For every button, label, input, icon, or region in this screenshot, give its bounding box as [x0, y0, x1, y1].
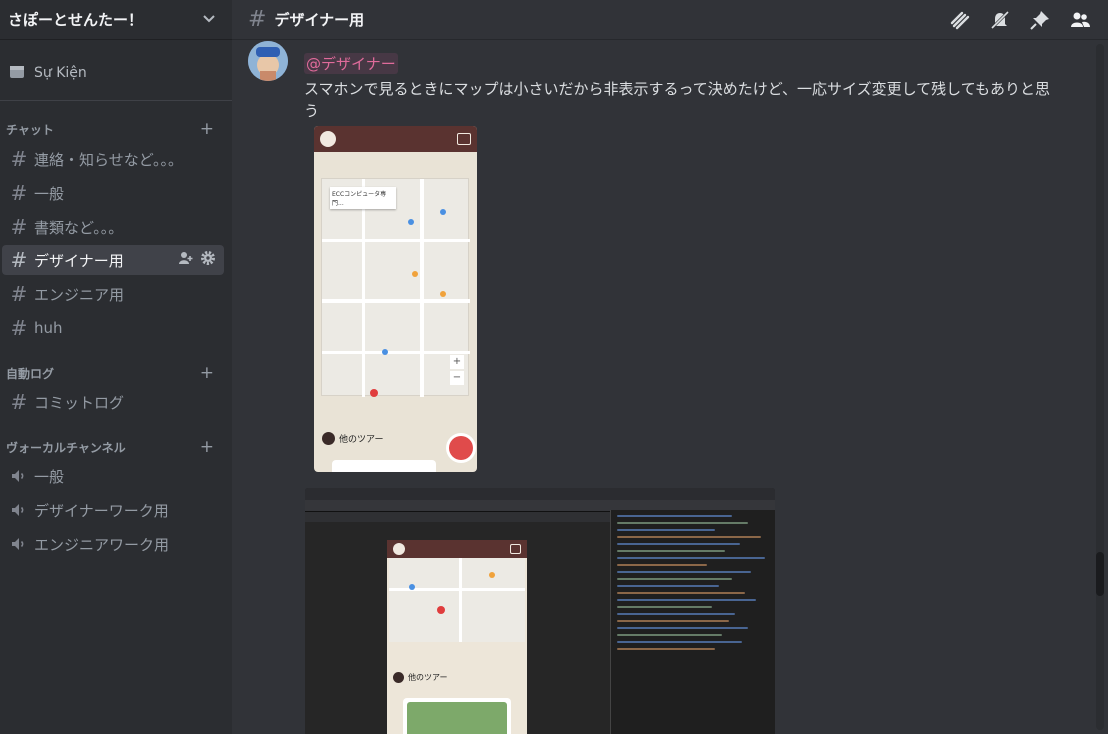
site-logo [322, 432, 335, 445]
embedded-map: ECCコンピュータ専門... + − [321, 178, 470, 397]
channel-title: デザイナー用 [274, 11, 365, 29]
gear-icon[interactable] [200, 250, 216, 270]
category-voice[interactable]: ヴォーカルチャンネル + [0, 437, 232, 457]
channel-label: デザイナーワーク用 [34, 501, 169, 520]
tour-heading-text: 他のツアー [408, 673, 448, 682]
members-icon[interactable] [1068, 8, 1092, 32]
role-mention[interactable]: @デザイナー [304, 53, 398, 74]
channel-item[interactable]: # エンジニア用 [2, 279, 224, 309]
sidebar-divider [0, 100, 232, 101]
map-place-card: ECCコンピュータ専門... [330, 187, 396, 209]
map-card-title: ECCコンピュータ専門... [332, 191, 387, 207]
add-channel-icon[interactable]: + [200, 119, 214, 139]
channel-label: デザイナー用 [34, 251, 124, 270]
chat-bubble-icon [449, 436, 473, 460]
hash-icon: # [10, 282, 28, 306]
message-content: スマホンで見るときにマップは小さいだから非表示するって決めたけど、一応サイズ変更… [304, 80, 1050, 120]
voice-channel-item[interactable]: 一般 [2, 461, 224, 491]
hamburger-menu-icon [510, 544, 521, 554]
tour-card [403, 698, 511, 734]
server-name: さぽーとせんたー！ [8, 11, 144, 29]
hash-icon: # [10, 181, 28, 205]
hash-icon: # [248, 7, 267, 32]
invite-member-icon[interactable] [178, 250, 194, 270]
site-header [387, 540, 527, 558]
hamburger-menu-icon [457, 133, 471, 145]
add-channel-icon[interactable]: + [200, 363, 214, 383]
channel-item[interactable]: # コミットログ [2, 387, 224, 417]
browser-tabs [305, 488, 775, 500]
tour-heading: 他のツアー [393, 672, 448, 683]
channel-label: エンジニア用 [34, 285, 125, 304]
site-logo [393, 543, 405, 555]
bell-off-icon[interactable] [988, 8, 1012, 32]
category-label: ヴォーカルチャンネル [6, 440, 126, 455]
image-attachment[interactable]: 他のツアー [305, 488, 775, 734]
channel-item[interactable]: # 連絡・知らせなど。。。 [2, 144, 224, 174]
voice-channel-item[interactable]: デザイナーワーク用 [2, 495, 224, 525]
channel-item[interactable]: # 書類など。。。 [2, 212, 224, 242]
threads-icon[interactable] [948, 8, 972, 32]
channel-label: エンジニアワーク用 [34, 535, 170, 554]
channel-label: 連絡・知らせなど。。。 [34, 150, 183, 169]
channel-sidebar: さぽーとせんたー！ Sự Kiện チャット + # 連絡・知らせなど。。。 #… [0, 0, 232, 734]
device-preview: 他のツアー [387, 540, 527, 734]
channel-item[interactable]: # huh [2, 313, 224, 343]
speaker-icon [8, 501, 30, 519]
image-attachment[interactable]: ECCコンピュータ専門... + − 他のツアー [314, 126, 477, 472]
channel-label: 一般 [34, 184, 65, 203]
speaker-icon [8, 467, 30, 485]
category-label: チャット [6, 122, 54, 137]
chat-area: # デザイナー用 ​ @デザイナー [232, 0, 1108, 734]
channel-item[interactable]: # 一般 [2, 178, 224, 208]
hash-icon: # [10, 248, 28, 272]
chevron-down-icon [202, 11, 216, 29]
site-logo [393, 672, 404, 683]
discord-app: さぽーとせんたー！ Sự Kiện チャット + # 連絡・知らせなど。。。 #… [0, 0, 1108, 734]
add-channel-icon[interactable]: + [200, 437, 214, 457]
category-label: 自動ログ [6, 366, 55, 381]
site-logo [320, 131, 336, 147]
message-list: ​ @デザイナー スマホンで見るときにマップは小さいだから非表示するって決めたけ… [232, 41, 1092, 734]
events-button[interactable]: Sự Kiện [8, 60, 87, 86]
avatar[interactable] [248, 41, 288, 81]
calendar-icon [8, 62, 26, 84]
speaker-icon [8, 535, 30, 553]
tour-heading: 他のツアー [322, 432, 383, 445]
pin-icon[interactable] [1028, 8, 1052, 32]
hash-icon: # [10, 147, 28, 171]
server-header[interactable]: さぽーとせんたー！ [0, 0, 232, 40]
scrollbar-thumb[interactable] [1096, 552, 1104, 596]
header-toolbar [948, 8, 1108, 32]
voice-channel-item[interactable]: エンジニアワーク用 [2, 529, 224, 559]
channel-actions [178, 250, 224, 270]
embedded-map [389, 558, 525, 642]
tour-card [332, 460, 436, 472]
events-label: Sự Kiện [34, 65, 87, 81]
channel-label: huh [34, 319, 63, 337]
hash-icon: # [10, 390, 28, 414]
zoom-in-icon: + [450, 355, 464, 369]
category-auto-log[interactable]: 自動ログ + [0, 363, 232, 383]
hash-icon: # [10, 215, 28, 239]
channel-label: 一般 [34, 467, 65, 486]
tour-heading-text: 他のツアー [339, 435, 384, 445]
channel-header: # デザイナー用 [232, 0, 1108, 40]
channel-label: 書類など。。。 [34, 218, 124, 237]
zoom-out-icon: − [450, 371, 464, 385]
hash-icon: # [10, 316, 28, 340]
channel-label: コミットログ [34, 393, 125, 412]
category-chat[interactable]: チャット + [0, 119, 232, 139]
devtools-panel [610, 510, 775, 734]
channel-item-active[interactable]: # デザイナー用 [2, 245, 224, 275]
site-header [314, 126, 477, 152]
scrollbar[interactable] [1096, 44, 1104, 730]
